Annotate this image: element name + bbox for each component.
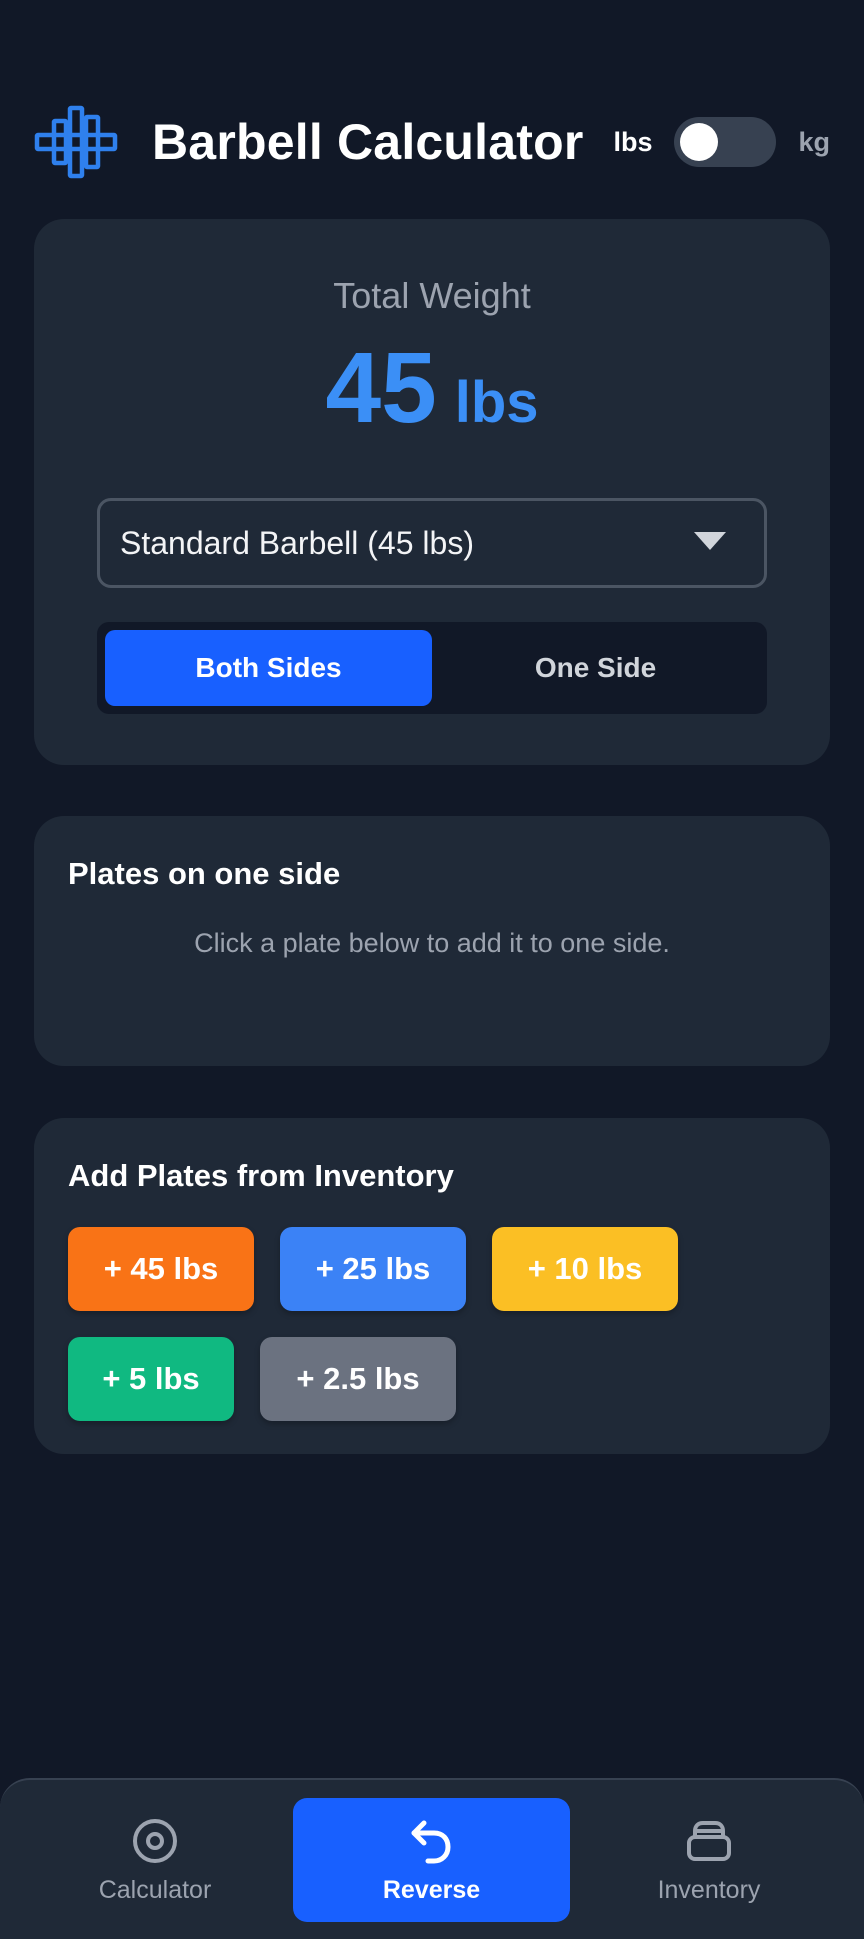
target-icon (130, 1816, 180, 1866)
plates-on-side-card: Plates on one side Click a plate below t… (34, 816, 830, 1066)
total-weight-unit: lbs (454, 370, 539, 435)
total-weight-value: 45 lbs (34, 331, 830, 446)
app-title: Barbell Calculator (152, 114, 584, 170)
side-mode-toggle: Both Sides One Side (97, 622, 767, 714)
one-side-button[interactable]: One Side (432, 630, 759, 706)
plate-button-grid: + 45 lbs + 25 lbs + 10 lbs + 5 lbs + 2.5… (68, 1227, 788, 1421)
both-sides-button[interactable]: Both Sides (105, 630, 432, 706)
add-plate-25-button[interactable]: + 25 lbs (280, 1227, 466, 1311)
barbell-icon (34, 100, 118, 184)
unit-lbs-label: lbs (613, 126, 653, 157)
switch-knob (680, 123, 719, 161)
unit-kg-label: kg (798, 126, 830, 157)
plates-on-side-title: Plates on one side (68, 856, 341, 891)
undo-arrow-icon (407, 1816, 457, 1866)
add-plate-45-button[interactable]: + 45 lbs (68, 1227, 254, 1311)
stack-icon (684, 1816, 734, 1866)
nav-inventory-label: Inventory (657, 1875, 761, 1904)
unit-toggle: lbs kg (613, 117, 830, 167)
add-plate-5-button[interactable]: + 5 lbs (68, 1337, 234, 1421)
chevron-down-icon (692, 530, 728, 557)
unit-switch[interactable] (674, 117, 777, 167)
total-weight-label: Total Weight (333, 275, 531, 316)
add-plate-2-5-button[interactable]: + 2.5 lbs (260, 1337, 456, 1421)
total-weight-number: 45 (325, 332, 437, 444)
nav-calculator-label: Calculator (98, 1875, 212, 1904)
header: Barbell Calculator lbs kg (34, 100, 830, 184)
barbell-select-value: Standard Barbell (45 lbs) (120, 524, 474, 561)
bottom-nav: Calculator Reverse Inventory (0, 1778, 864, 1939)
add-plate-10-button[interactable]: + 10 lbs (492, 1227, 678, 1311)
nav-reverse-label: Reverse (382, 1875, 481, 1904)
plates-empty-hint: Click a plate below to add it to one sid… (194, 928, 670, 958)
inventory-title: Add Plates from Inventory (68, 1158, 454, 1193)
total-weight-card: Total Weight 45 lbs Standard Barbell (45 … (34, 219, 830, 765)
inventory-card: Add Plates from Inventory + 45 lbs + 25 … (34, 1118, 830, 1454)
app-screen: Barbell Calculator lbs kg Total Weight 4… (0, 0, 864, 1939)
nav-calculator[interactable]: Calculator (70, 1798, 240, 1922)
nav-reverse[interactable]: Reverse (293, 1798, 570, 1922)
barbell-select[interactable]: Standard Barbell (45 lbs) (97, 498, 767, 588)
nav-inventory[interactable]: Inventory (624, 1798, 794, 1922)
